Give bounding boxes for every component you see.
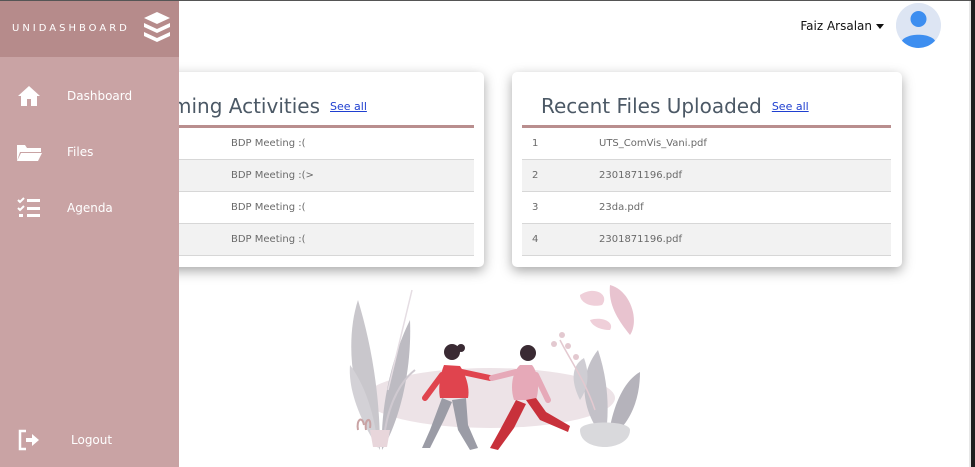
activities-list: BDP Meeting :( BDP Meeting :(> BDP Meeti…	[150, 128, 474, 256]
files-card-title: Recent Files Uploaded See all	[541, 94, 809, 118]
caret-down-icon	[876, 23, 884, 29]
activities-title-text: ming Activities	[172, 94, 321, 118]
checklist-icon	[16, 196, 42, 220]
activity-row[interactable]: BDP Meeting :(	[150, 128, 474, 160]
window-top-border	[0, 0, 975, 1]
activities-card-title: ming Activities See all	[172, 94, 367, 118]
sidebar-item-dashboard[interactable]: Dashboard	[0, 76, 179, 116]
file-row[interactable]: 4 2301871196.pdf	[522, 224, 891, 256]
folder-open-icon	[16, 140, 42, 164]
logout-label: Logout	[71, 433, 113, 447]
home-icon	[16, 84, 42, 108]
file-number: 1	[532, 138, 539, 149]
file-name: 23da.pdf	[599, 202, 644, 213]
files-title-text: Recent Files Uploaded	[541, 94, 762, 118]
activity-row[interactable]: BDP Meeting :(>	[150, 160, 474, 192]
sidebar-item-files[interactable]: Files	[0, 132, 179, 172]
user-menu[interactable]: Faiz Arsalan	[800, 3, 941, 48]
file-row[interactable]: 3 23da.pdf	[522, 192, 891, 224]
logout-icon	[16, 428, 42, 452]
brand-name: UNIDASHBOARD	[12, 23, 130, 34]
activity-row[interactable]: BDP Meeting :(	[150, 192, 474, 224]
file-name: 2301871196.pdf	[599, 170, 683, 181]
file-row[interactable]: 1 UTS_ComVis_Vani.pdf	[522, 128, 891, 160]
layers-logo-icon	[142, 10, 172, 47]
files-see-all-link[interactable]: See all	[772, 100, 809, 113]
sidebar-item-agenda[interactable]: Agenda	[0, 188, 179, 228]
activity-row[interactable]: BDP Meeting :(	[150, 224, 474, 256]
window-right-edge	[971, 0, 975, 467]
recent-files-card: Recent Files Uploaded See all 1 UTS_ComVis…	[512, 72, 902, 267]
user-name-label: Faiz Arsalan	[800, 18, 872, 33]
sidebar-item-label: Files	[67, 145, 94, 159]
file-row[interactable]: 2 2301871196.pdf	[522, 160, 891, 192]
files-list: 1 UTS_ComVis_Vani.pdf 2 2301871196.pdf 3 23…	[522, 128, 891, 256]
sidebar: UNIDASHBOARD Dashboard Files Agenda Logo…	[0, 0, 179, 467]
upcoming-activities-card: ming Activities See all BDP Meeting :( BD…	[150, 72, 484, 267]
sidebar-item-label: Agenda	[67, 201, 113, 215]
file-name: UTS_ComVis_Vani.pdf	[599, 138, 707, 149]
logout-button[interactable]: Logout	[0, 420, 179, 460]
user-name-dropdown[interactable]: Faiz Arsalan	[800, 19, 884, 33]
user-avatar-icon[interactable]	[896, 3, 941, 48]
file-number: 4	[532, 234, 539, 245]
activities-see-all-link[interactable]: See all	[330, 100, 367, 113]
file-number: 3	[532, 202, 539, 213]
dancing-couple-illustration	[340, 280, 650, 467]
brand-bar: UNIDASHBOARD	[0, 0, 179, 57]
sidebar-item-label: Dashboard	[67, 89, 133, 103]
file-name: 2301871196.pdf	[599, 234, 683, 245]
file-number: 2	[532, 170, 539, 181]
